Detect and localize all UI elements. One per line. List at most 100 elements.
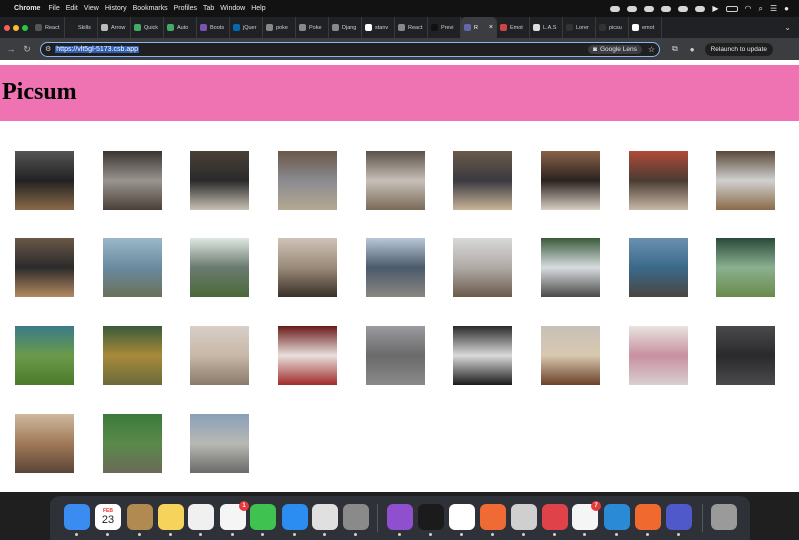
trash-icon[interactable] bbox=[711, 504, 737, 530]
github-desktop-icon[interactable] bbox=[387, 504, 413, 530]
search-icon[interactable]: ⌕ bbox=[759, 4, 763, 14]
gallery-photo[interactable] bbox=[541, 151, 600, 210]
profile-icon[interactable]: ● bbox=[690, 45, 695, 54]
tab[interactable]: R × bbox=[461, 17, 497, 38]
postman-icon[interactable] bbox=[480, 504, 506, 530]
tab[interactable]: Emot bbox=[497, 17, 530, 38]
menu-app-name[interactable]: Chrome bbox=[14, 5, 40, 12]
gallery-photo[interactable] bbox=[629, 238, 688, 297]
status-icon[interactable] bbox=[610, 5, 621, 12]
play-icon[interactable]: ▶ bbox=[712, 4, 718, 13]
reload-icon[interactable]: ↻ bbox=[22, 44, 32, 55]
vscode-icon[interactable] bbox=[604, 504, 630, 530]
tab[interactable]: Poke bbox=[296, 17, 329, 38]
minimize-window-button[interactable] bbox=[13, 24, 19, 31]
gallery-photo[interactable] bbox=[278, 326, 337, 385]
menu-profiles[interactable]: Profiles bbox=[174, 5, 197, 12]
gallery-photo[interactable] bbox=[190, 238, 249, 297]
control-center-icon[interactable]: ☰ bbox=[770, 4, 777, 13]
tab[interactable]: L.A.S bbox=[530, 17, 563, 38]
status-icon[interactable] bbox=[627, 5, 638, 12]
messages-icon[interactable] bbox=[250, 504, 276, 530]
menu-edit[interactable]: Edit bbox=[66, 5, 78, 12]
gallery-photo[interactable] bbox=[15, 326, 74, 385]
url-text[interactable]: https://vlt5gl-5173.csb.app bbox=[55, 45, 139, 53]
tab[interactable]: React bbox=[395, 17, 428, 38]
gallery-photo[interactable] bbox=[278, 151, 337, 210]
gallery-photo[interactable] bbox=[15, 151, 74, 210]
tab[interactable]: React bbox=[32, 17, 65, 38]
gallery-photo[interactable] bbox=[453, 151, 512, 210]
tab[interactable]: Previ bbox=[428, 17, 461, 38]
gallery-photo[interactable] bbox=[190, 151, 249, 210]
bookmark-star-icon[interactable]: ☆ bbox=[648, 45, 655, 54]
system-settings-icon[interactable] bbox=[343, 504, 369, 530]
gallery-photo[interactable] bbox=[629, 151, 688, 210]
calendar-icon[interactable]: FEB 23 bbox=[95, 504, 121, 530]
terminal-icon[interactable] bbox=[418, 504, 444, 530]
gallery-photo[interactable] bbox=[103, 326, 162, 385]
finder-icon[interactable] bbox=[64, 504, 90, 530]
status-icon[interactable] bbox=[678, 5, 689, 12]
tab[interactable]: Arrow bbox=[98, 17, 131, 38]
menu-tab[interactable]: Tab bbox=[203, 5, 214, 12]
menu-view[interactable]: View bbox=[84, 5, 99, 12]
gallery-photo[interactable] bbox=[629, 326, 688, 385]
notes-icon[interactable] bbox=[158, 504, 184, 530]
status-icon[interactable] bbox=[661, 5, 672, 12]
forward-icon[interactable]: → bbox=[6, 44, 16, 54]
freeform-icon[interactable] bbox=[188, 504, 214, 530]
menu-bookmarks[interactable]: Bookmarks bbox=[133, 5, 168, 12]
gallery-photo[interactable] bbox=[15, 414, 74, 473]
siri-icon[interactable]: ● bbox=[784, 4, 789, 13]
disk-app-icon[interactable] bbox=[511, 504, 537, 530]
gallery-photo[interactable] bbox=[716, 238, 775, 297]
tab[interactable]: jQuer bbox=[230, 17, 263, 38]
relaunch-button[interactable]: Relaunch to update bbox=[704, 42, 773, 56]
close-tab-icon[interactable]: × bbox=[489, 24, 493, 31]
close-window-button[interactable] bbox=[4, 24, 10, 31]
chrome-icon[interactable] bbox=[312, 504, 338, 530]
tab[interactable]: Auto bbox=[164, 17, 197, 38]
gallery-photo[interactable] bbox=[716, 151, 775, 210]
gallery-photo[interactable] bbox=[190, 414, 249, 473]
red-app-icon[interactable] bbox=[542, 504, 568, 530]
gallery-photo[interactable] bbox=[453, 238, 512, 297]
tab[interactable]: Lorer bbox=[563, 17, 596, 38]
tab-search-icon[interactable]: ⌄ bbox=[784, 23, 799, 32]
tab[interactable]: picsu bbox=[596, 17, 629, 38]
gallery-photo[interactable] bbox=[103, 151, 162, 210]
tab[interactable]: Skills bbox=[65, 17, 98, 38]
tab[interactable]: Quick bbox=[131, 17, 164, 38]
gallery-photo[interactable] bbox=[103, 414, 162, 473]
tab[interactable]: poke bbox=[263, 17, 296, 38]
zoom-window-button[interactable] bbox=[22, 24, 28, 31]
draw-app-icon[interactable] bbox=[635, 504, 661, 530]
menu-window[interactable]: Window bbox=[220, 5, 245, 12]
gallery-photo[interactable] bbox=[366, 151, 425, 210]
gallery-photo[interactable] bbox=[541, 326, 600, 385]
photos-icon[interactable]: 7 bbox=[572, 501, 601, 530]
menu-file[interactable]: File bbox=[48, 5, 59, 12]
notes-app-icon[interactable] bbox=[127, 504, 153, 530]
menu-help[interactable]: Help bbox=[251, 5, 265, 12]
tab[interactable]: Djang bbox=[329, 17, 362, 38]
battery-icon[interactable] bbox=[725, 5, 738, 12]
address-bar[interactable]: ⚙ https://vlt5gl-5173.csb.app ◙ Google L… bbox=[40, 41, 660, 57]
status-icon[interactable] bbox=[695, 5, 706, 12]
gallery-photo[interactable] bbox=[366, 326, 425, 385]
tab[interactable]: emot bbox=[629, 17, 662, 38]
gallery-photo[interactable] bbox=[103, 238, 162, 297]
app-store-icon[interactable] bbox=[282, 504, 308, 530]
menu-history[interactable]: History bbox=[105, 5, 127, 12]
gallery-photo[interactable] bbox=[541, 238, 600, 297]
gallery-photo[interactable] bbox=[366, 238, 425, 297]
tab[interactable]: stanv bbox=[362, 17, 395, 38]
google-lens-button[interactable]: ◙ Google Lens bbox=[588, 44, 642, 54]
site-info-icon[interactable]: ⚙ bbox=[45, 45, 51, 53]
wifi-icon[interactable]: ◠ bbox=[745, 4, 752, 13]
teams-icon[interactable] bbox=[666, 504, 692, 530]
reminders-icon[interactable]: 1 bbox=[220, 501, 249, 530]
extensions-icon[interactable]: ⧉ bbox=[672, 44, 678, 54]
gallery-photo[interactable] bbox=[15, 238, 74, 297]
